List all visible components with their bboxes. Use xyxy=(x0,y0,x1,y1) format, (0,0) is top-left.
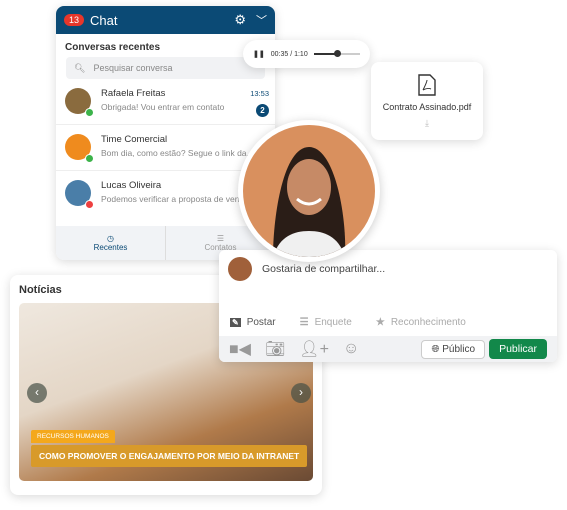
online-status-icon xyxy=(85,108,94,117)
user-avatar xyxy=(228,257,252,281)
unread-badge: 13 xyxy=(64,14,85,26)
chevron-down-icon[interactable]: ﹀ xyxy=(256,12,267,28)
audio-time: 00:35 / 1:10 xyxy=(270,50,308,58)
tab-recentes[interactable]: ◷ Recentes xyxy=(56,226,166,260)
poll-icon: ☰ xyxy=(299,317,309,328)
pdf-file-icon xyxy=(418,73,436,96)
conversation-item[interactable]: Rafaela Freitas Obrigada! Vou entrar em c… xyxy=(56,79,275,125)
category-tag: RECURSOS HUMANOS xyxy=(31,430,115,443)
audio-player: ❚❚ 00:35 / 1:10 xyxy=(243,40,370,68)
search-placeholder: Pesquisar conversa xyxy=(93,63,173,73)
message-preview: Obrigada! Vou entrar em contato xyxy=(101,102,225,112)
chat-title: Chat xyxy=(90,12,118,28)
contact-name: Lucas Oliveira xyxy=(101,180,162,191)
news-headline[interactable]: COMO PROMOVER O ENGAJAMENTO POR MEIO DA … xyxy=(31,445,308,467)
post-tab[interactable]: ✎ Postar xyxy=(230,317,276,328)
chevron-left-icon[interactable]: ‹ xyxy=(27,383,47,403)
news-title: Notícias xyxy=(19,284,62,296)
chat-panel: 13 Chat ⚙ ﹀ Conversas recentes 🔍︎ Pesquis… xyxy=(56,6,275,260)
message-time: 13:53 xyxy=(250,89,269,98)
online-status-icon xyxy=(85,154,94,163)
message-preview: Podemos verificar a proposta de ven... xyxy=(101,194,247,204)
poll-tab[interactable]: ☰ Enquete xyxy=(300,317,352,328)
add-user-icon[interactable]: 👤︎+ xyxy=(299,339,329,359)
clock-icon: ◷ xyxy=(107,234,114,243)
person-photo-illustration xyxy=(273,147,346,257)
visibility-button[interactable]: 🌐︎ Público xyxy=(421,339,486,359)
unread-count: 2 xyxy=(256,104,269,117)
avatar xyxy=(65,88,94,117)
tab-label: Recentes xyxy=(93,243,128,252)
avatar xyxy=(65,180,94,209)
pause-icon[interactable]: ❚❚ xyxy=(253,50,265,58)
list-icon: ☰ xyxy=(216,234,225,243)
video-icon[interactable]: ■◀ xyxy=(229,339,251,359)
busy-status-icon xyxy=(85,200,94,209)
message-preview: Bom dia, como estão? Segue o link da... xyxy=(101,148,254,158)
emoji-icon[interactable]: ☺ xyxy=(343,340,359,358)
chat-header[interactable]: 13 Chat ⚙ ﹀ xyxy=(56,6,275,34)
search-input[interactable]: 🔍︎ Pesquisar conversa xyxy=(66,57,265,79)
contact-name: Rafaela Freitas xyxy=(101,88,166,99)
chevron-right-icon[interactable]: › xyxy=(291,383,311,403)
globe-icon: 🌐︎ xyxy=(431,343,440,355)
gear-icon[interactable]: ⚙ xyxy=(234,12,246,28)
visibility-label: Público xyxy=(442,343,476,355)
file-name: Contrato Assinado.pdf xyxy=(382,101,472,112)
download-icon[interactable]: ⤓ xyxy=(425,118,429,129)
camera-icon[interactable]: 📷︎ xyxy=(265,339,285,359)
recognition-tab[interactable]: ★ Reconhecimento xyxy=(376,317,466,328)
action-label: Enquete xyxy=(314,317,352,328)
contact-name: Time Comercial xyxy=(101,134,168,145)
avatar xyxy=(65,134,94,163)
profile-photo xyxy=(238,120,380,262)
search-icon: 🔍︎ xyxy=(74,62,86,73)
post-composer: Gostaria de compartilhar... ✎ Postar ☰ Enq… xyxy=(219,250,557,362)
audio-progress-slider[interactable] xyxy=(313,50,360,57)
action-label: Reconhecimento xyxy=(390,317,466,328)
pencil-icon: ✎ xyxy=(230,318,241,327)
publish-button[interactable]: Publicar xyxy=(489,339,547,359)
file-attachment[interactable]: Contrato Assinado.pdf ⤓ xyxy=(371,62,483,140)
post-input[interactable]: Gostaria de compartilhar... xyxy=(262,263,385,275)
star-icon: ★ xyxy=(375,317,385,328)
action-label: Postar xyxy=(246,317,276,328)
